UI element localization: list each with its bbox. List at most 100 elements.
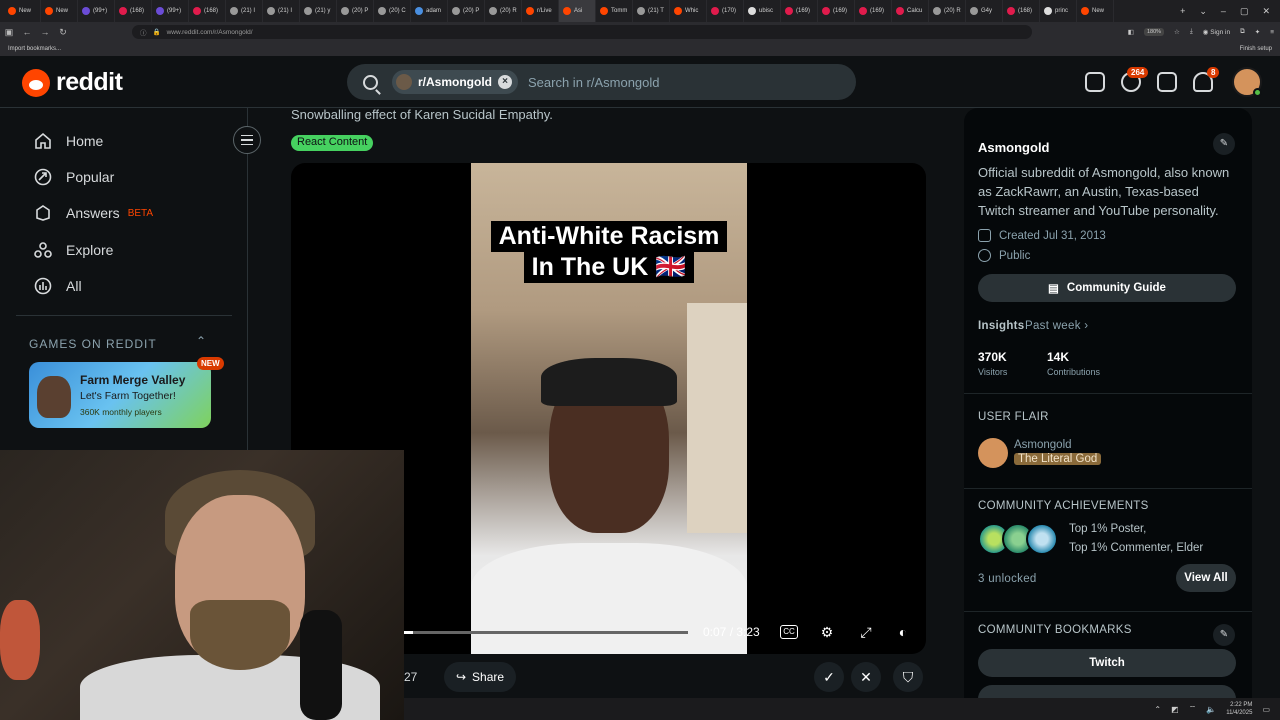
sidebar-toggle-icon[interactable]: ▣ (0, 27, 18, 38)
browser-tab[interactable]: New (1077, 0, 1114, 22)
browser-tab[interactable]: (21) y (300, 0, 337, 22)
browser-tab[interactable]: r/Live (522, 0, 559, 22)
new-tab-icon[interactable]: + (1180, 6, 1185, 16)
advertise-icon[interactable] (1085, 72, 1105, 92)
share-button[interactable]: ↪ Share (444, 662, 516, 692)
browser-tab[interactable]: Tomm (596, 0, 633, 22)
browser-tab[interactable]: (170) (707, 0, 744, 22)
subreddit-search-chip[interactable]: r/Asmongold × (392, 70, 518, 94)
browser-tab[interactable]: (20) R (485, 0, 522, 22)
sign-in-button[interactable]: ◉ Sign in (1203, 28, 1230, 36)
nav-item-home[interactable]: Home (34, 129, 103, 153)
browser-tab[interactable]: (20) R (929, 0, 966, 22)
flair-tag[interactable]: The Literal God (1014, 453, 1102, 465)
create-post-icon[interactable] (1157, 72, 1177, 92)
browser-tab[interactable]: (168) (115, 0, 152, 22)
clear-chip-icon[interactable]: × (498, 75, 512, 89)
forward-icon[interactable]: → (36, 27, 54, 37)
notifications-tray-icon[interactable]: ▭ (1262, 705, 1270, 714)
import-bookmarks-link[interactable]: Import bookmarks... (8, 46, 61, 52)
browser-tab[interactable]: (169) (781, 0, 818, 22)
settings-gear-icon[interactable]: ⚙ (818, 623, 836, 641)
maximize-icon[interactable]: ▢ (1240, 6, 1249, 17)
tray-app-icon[interactable]: ◩ (1171, 705, 1179, 714)
reload-icon[interactable]: ↻ (54, 27, 72, 38)
nav-item-answers[interactable]: Answers BETA (34, 201, 153, 225)
close-window-icon[interactable]: ✕ (1262, 6, 1270, 17)
flair-avatar (978, 438, 1008, 468)
search-input[interactable]: Search in r/Asmongold (528, 75, 660, 90)
bookmark-star-icon[interactable]: ☆ (1174, 28, 1180, 36)
nav-item-popular[interactable]: Popular (34, 165, 114, 189)
user-avatar[interactable] (1232, 67, 1262, 97)
nav-item-all[interactable]: All (34, 274, 82, 298)
browser-tab[interactable]: (20) P (448, 0, 485, 22)
insights-period-link[interactable]: Past week › (1025, 320, 1088, 332)
reddit-logo[interactable]: reddit (22, 68, 123, 97)
video-progress-bar[interactable] (403, 631, 688, 634)
browser-tab[interactable]: (169) (855, 0, 892, 22)
tab-favicon-icon (119, 7, 127, 15)
browser-tab[interactable]: (99+) (78, 0, 115, 22)
browser-tab[interactable]: adam (411, 0, 448, 22)
games-section-header[interactable]: GAMES ON REDDIT (29, 337, 157, 351)
browser-tab[interactable]: ubisc (744, 0, 781, 22)
fullscreen-icon[interactable]: ⤢ (857, 623, 875, 641)
download-icon[interactable]: ⤓ (1190, 28, 1193, 36)
tab-favicon-icon (748, 7, 756, 15)
browser-tab[interactable]: (169) (818, 0, 855, 22)
browser-tab[interactable]: New (41, 0, 78, 22)
finish-setup-link[interactable]: Finish setup (1240, 46, 1272, 52)
twitch-bookmark-button[interactable]: Twitch (978, 649, 1236, 677)
search-bar[interactable]: r/Asmongold × Search in r/Asmongold (347, 64, 856, 100)
browser-tab[interactable]: (21) I (263, 0, 300, 22)
site-info-icon[interactable]: ⓘ (140, 27, 147, 37)
achievement-badge-icon[interactable] (1026, 523, 1058, 555)
tray-chevron-icon[interactable]: ⌃ (1154, 705, 1161, 714)
browser-tab[interactable]: Calcu (892, 0, 929, 22)
extensions-icon[interactable]: ⧉ (1240, 28, 1245, 36)
post-flair[interactable]: React Content (291, 135, 374, 151)
browser-tab[interactable]: (20) C (374, 0, 411, 22)
back-icon[interactable]: ← (18, 27, 36, 37)
tab-list-icon[interactable]: ⌄ (1199, 6, 1207, 17)
view-all-button[interactable]: View All (1176, 564, 1236, 592)
approve-button[interactable]: ✓ (814, 662, 844, 692)
captions-icon[interactable]: CC (780, 625, 798, 639)
browser-tab[interactable]: (21) T (633, 0, 670, 22)
browser-tab[interactable]: (168) (1003, 0, 1040, 22)
menu-icon[interactable]: ≡ (1270, 29, 1274, 36)
volume-icon[interactable]: ◐ (894, 623, 912, 641)
browser-tab[interactable]: G4y (966, 0, 1003, 22)
community-guide-button[interactable]: ▤ Community Guide (978, 274, 1236, 302)
search-icon (363, 74, 378, 90)
network-icon[interactable]: ⌔ (1189, 704, 1197, 714)
remove-button[interactable]: ✕ (851, 662, 881, 692)
copilot-icon[interactable]: ✦ (1255, 28, 1260, 36)
tab-favicon-icon (378, 7, 386, 15)
chevron-up-icon[interactable]: ⌃ (196, 334, 206, 348)
nav-divider (16, 315, 232, 316)
minimize-icon[interactable]: – (1221, 6, 1226, 16)
mod-shield-button[interactable]: ⛉ (893, 662, 923, 692)
screenshot-icon[interactable]: ◧ (1128, 28, 1134, 36)
tab-favicon-icon (896, 7, 904, 15)
system-clock[interactable]: 2:22 PM 11/4/2025 (1226, 701, 1252, 717)
browser-tab[interactable]: (20) P (337, 0, 374, 22)
speaker-icon[interactable]: 🔈 (1206, 705, 1216, 714)
browser-tab[interactable]: New (4, 0, 41, 22)
browser-tab[interactable]: (21) I (226, 0, 263, 22)
browser-tab[interactable]: princ (1040, 0, 1077, 22)
edit-bookmarks-icon[interactable]: ✎ (1213, 624, 1235, 646)
browser-tab[interactable]: Whic (670, 0, 707, 22)
browser-tab[interactable]: (168) (189, 0, 226, 22)
browser-tab[interactable]: Asi (559, 0, 596, 22)
address-bar[interactable]: ⓘ 🔒 www.reddit.com/r/Asmongold/ (132, 25, 1032, 39)
nav-item-explore[interactable]: Explore (34, 238, 113, 262)
zoom-level[interactable]: 180% (1143, 28, 1165, 36)
collapse-nav-button[interactable] (233, 126, 261, 154)
tab-strip: New New (99+) (168) (99+) (168) (21) I (21) I (2… (4, 0, 1114, 22)
game-card[interactable]: Farm Merge Valley Let's Farm Together! 3… (29, 362, 211, 428)
browser-tab[interactable]: (99+) (152, 0, 189, 22)
edit-pencil-icon[interactable]: ✎ (1213, 133, 1235, 155)
